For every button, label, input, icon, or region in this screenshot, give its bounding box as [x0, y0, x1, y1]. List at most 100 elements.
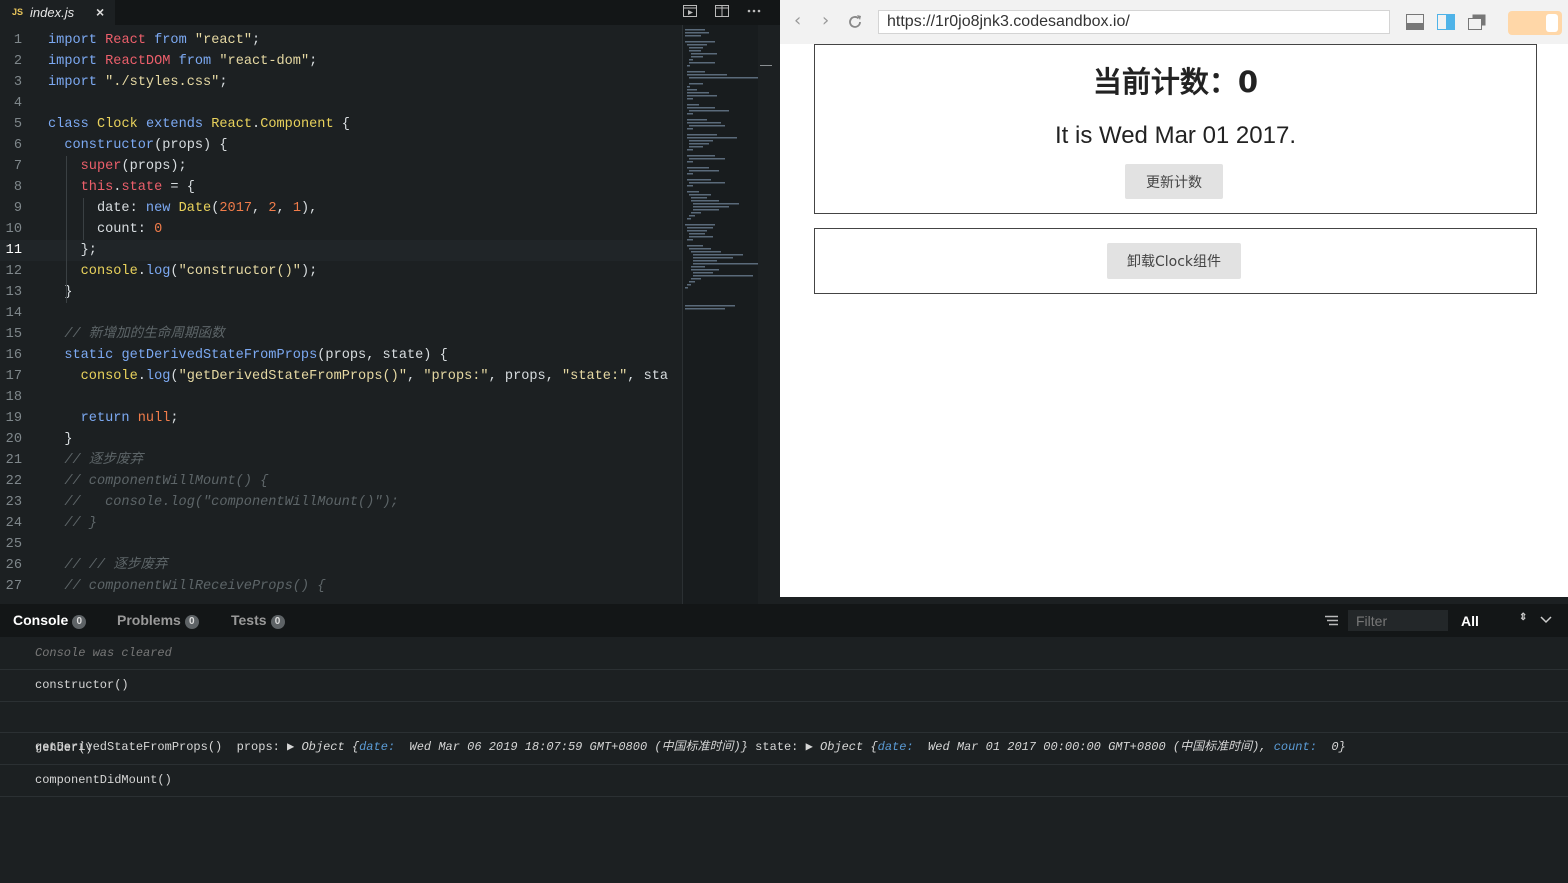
back-icon[interactable]: ‹: [794, 10, 801, 31]
code-line[interactable]: 7 super(props);: [0, 156, 682, 177]
clear-console-icon[interactable]: [1325, 615, 1338, 626]
code-text: // }: [64, 516, 97, 531]
code-text: import React from "react";: [48, 33, 261, 48]
console-cleared-text: Console was cleared: [35, 646, 172, 660]
toggle-preview-button[interactable]: [1508, 11, 1562, 35]
code-line[interactable]: 20 }: [0, 429, 682, 450]
split-view-icon[interactable]: [715, 5, 729, 17]
code-line[interactable]: 9 date: new Date(2017, 2, 1),: [0, 198, 682, 219]
code-line[interactable]: 12 console.log("constructor()");: [0, 261, 682, 282]
more-options-icon[interactable]: [747, 5, 761, 17]
code-line[interactable]: 6 constructor(props) {: [0, 135, 682, 156]
line-number: 7: [13, 159, 22, 174]
unmount-clock-button[interactable]: 卸载Clock组件: [1107, 243, 1241, 279]
console-layout-icon[interactable]: [1406, 14, 1424, 30]
code-text: return null;: [80, 411, 179, 426]
line-number: 11: [5, 243, 22, 258]
code-minimap[interactable]: [682, 25, 763, 604]
console-message: render(): [0, 733, 1568, 765]
tab-problems[interactable]: Problems 0: [117, 612, 199, 629]
line-number: 13: [5, 285, 22, 300]
code-text: console.log("constructor()");: [80, 264, 318, 279]
code-line[interactable]: 27 // componentWillReceiveProps() {: [0, 576, 682, 597]
url-input[interactable]: [879, 11, 1375, 33]
tab-tests[interactable]: Tests 0: [231, 612, 285, 629]
tab-index-js[interactable]: JS index.js ×: [0, 0, 115, 25]
close-tab-icon[interactable]: ×: [96, 4, 104, 20]
code-area[interactable]: 1 import React from "react"; 2 import React…: [0, 30, 682, 604]
code-text: // console.log("componentWillMount()");: [64, 495, 399, 510]
address-bar[interactable]: [878, 10, 1390, 34]
code-text: console.log("getDerivedStateFromProps()"…: [80, 369, 669, 384]
browser-preview: ‹ › 当前计数：0 It is Wed Mar 01 2017. 更新计数 卸…: [780, 0, 1568, 597]
line-number: 17: [5, 369, 22, 384]
line-number: 21: [5, 453, 22, 468]
code-line[interactable]: 25: [0, 534, 682, 555]
code-text: class Clock extends React.Component {: [48, 117, 350, 132]
console-tab-bar: Console0 Problems0 Tests0 All ⇕: [0, 604, 1568, 637]
code-line[interactable]: 5 class Clock extends React.Component {: [0, 114, 682, 135]
code-line[interactable]: 17 console.log("getDerivedStateFromProps…: [0, 366, 682, 387]
code-text: }: [48, 285, 73, 300]
console-message: componentDidMount(): [0, 765, 1568, 797]
code-line[interactable]: 3 import "./styles.css";: [0, 72, 682, 93]
console-filter-input[interactable]: [1348, 610, 1448, 631]
line-number: 4: [13, 96, 22, 111]
log-level-value: All: [1461, 613, 1479, 629]
code-line[interactable]: 22 // componentWillMount() {: [0, 471, 682, 492]
line-number: 20: [5, 432, 22, 447]
line-number: 14: [5, 306, 22, 321]
code-line[interactable]: 16 static getDerivedStateFromProps(props…: [0, 345, 682, 366]
side-layout-icon[interactable]: [1437, 14, 1455, 30]
minimap-preview: [685, 29, 763, 310]
code-text: };: [48, 243, 97, 258]
log-text: componentDidMount(): [35, 773, 172, 787]
new-window-icon[interactable]: [1468, 14, 1486, 30]
code-line[interactable]: 21 // 逐步废弃: [0, 450, 682, 471]
code-line[interactable]: 23 // console.log("componentWillMount()"…: [0, 492, 682, 513]
code-line[interactable]: 26 // // 逐步废弃: [0, 555, 682, 576]
line-number: 2: [13, 54, 22, 69]
tab-console[interactable]: Console 0: [13, 612, 87, 629]
count-heading: 当前计数：0: [1092, 65, 1259, 99]
code-text: // // 逐步废弃: [64, 558, 168, 573]
code-line[interactable]: 4: [0, 93, 682, 114]
line-number: 18: [5, 390, 22, 405]
line-number: 15: [5, 327, 22, 342]
code-line[interactable]: 8 this.state = {: [0, 177, 682, 198]
code-line[interactable]: 10 count: 0: [0, 219, 682, 240]
log-text: constructor(): [35, 678, 129, 692]
tests-count-badge: 0: [270, 615, 285, 629]
console-message: constructor(): [0, 670, 1568, 702]
preview-icon[interactable]: [683, 5, 697, 17]
code-line[interactable]: 24 // }: [0, 513, 682, 534]
code-line[interactable]: 19 return null;: [0, 408, 682, 429]
code-line[interactable]: 11 };: [0, 240, 682, 261]
tab-tests-label: Tests: [231, 612, 267, 628]
date-heading: It is Wed Mar 01 2017.: [1054, 122, 1296, 149]
code-line[interactable]: 1 import React from "react";: [0, 30, 682, 51]
update-count-button[interactable]: 更新计数: [1125, 164, 1223, 199]
scrollbar-thumb[interactable]: [760, 65, 772, 66]
refresh-icon[interactable]: [846, 13, 864, 31]
code-line[interactable]: 18: [0, 387, 682, 408]
line-number: 19: [5, 411, 22, 426]
code-text: constructor(props) {: [64, 138, 228, 153]
code-line[interactable]: 14: [0, 303, 682, 324]
code-line[interactable]: 2 import ReactDOM from "react-dom";: [0, 51, 682, 72]
log-level-select[interactable]: All ⇕: [1458, 610, 1530, 631]
forward-icon[interactable]: ›: [822, 10, 829, 31]
code-line[interactable]: 15 // 新增加的生命周期函数: [0, 324, 682, 345]
collapse-console-icon[interactable]: [1540, 616, 1552, 624]
indent-guide: [66, 156, 67, 303]
line-number: 12: [5, 264, 22, 279]
line-number: 1: [13, 33, 22, 48]
line-number: 26: [5, 558, 22, 573]
line-number: 27: [5, 579, 22, 594]
unmount-panel: 卸载Clock组件: [814, 228, 1537, 294]
line-number: 9: [13, 201, 22, 216]
editor-scrollbar[interactable]: [758, 25, 780, 604]
code-line[interactable]: 13 }: [0, 282, 682, 303]
code-editor[interactable]: JS index.js × 1 import React from "react"…: [0, 0, 780, 604]
problems-count-badge: 0: [184, 615, 199, 629]
